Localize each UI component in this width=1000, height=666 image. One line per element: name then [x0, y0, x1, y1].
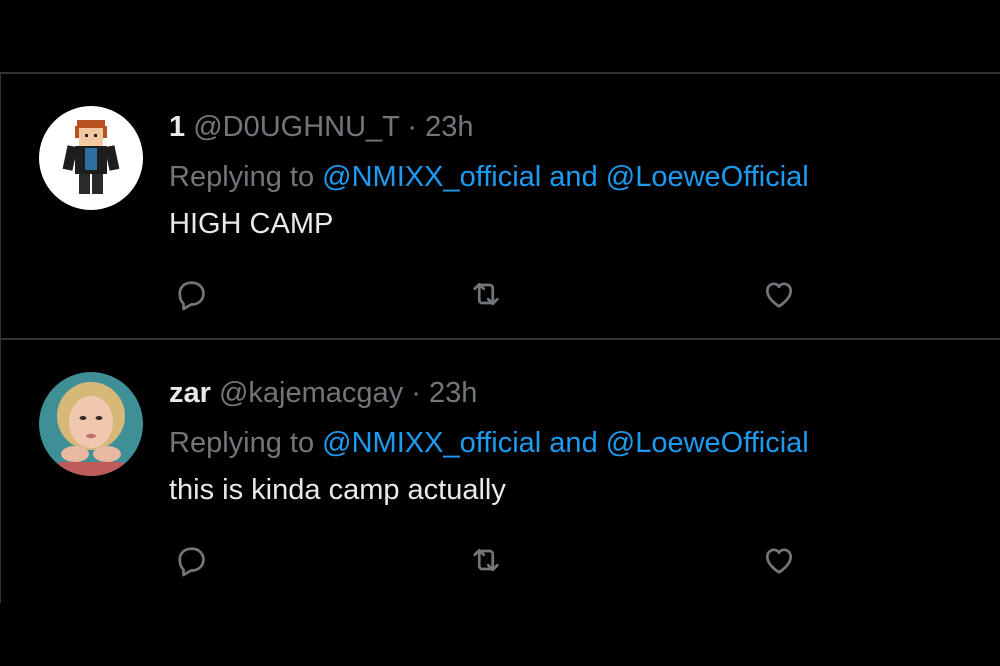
- separator: ·: [403, 377, 429, 409]
- replying-prefix: Replying to: [169, 161, 323, 193]
- reply-feed: 1 @D0UGHNU_T · 23h Replying to @NMIXX_of…: [0, 72, 1000, 603]
- timestamp[interactable]: 23h: [425, 111, 473, 143]
- display-name[interactable]: 1: [169, 111, 185, 143]
- retweet-icon: [473, 548, 499, 572]
- heart-icon: [765, 282, 793, 308]
- reply-button[interactable]: [169, 274, 213, 314]
- retweet-button[interactable]: [464, 540, 508, 580]
- tweet-text: HIGH CAMP: [169, 208, 334, 240]
- tweet-content: zar @kajemacgay · 23h Replying to @NMIXX…: [169, 376, 980, 507]
- display-name[interactable]: zar: [169, 377, 211, 409]
- retweet-icon: [473, 282, 499, 306]
- replying-prefix: Replying to: [169, 427, 323, 459]
- heart-icon: [765, 548, 793, 574]
- reply-icon: [178, 547, 205, 577]
- replying-to: Replying to @NMIXX_official and @LoeweOf…: [169, 426, 980, 460]
- reply-icon: [178, 281, 205, 311]
- tweet-header: 1 @D0UGHNU_T · 23h: [169, 110, 980, 144]
- tweet-actions: [169, 274, 809, 314]
- reply-button[interactable]: [169, 540, 213, 580]
- tweet[interactable]: zar @kajemacgay · 23h Replying to @NMIXX…: [1, 340, 1000, 604]
- mention-link[interactable]: @LoeweOfficial: [606, 161, 809, 193]
- handle[interactable]: @D0UGHNU_T: [193, 111, 399, 143]
- tweet-header: zar @kajemacgay · 23h: [169, 376, 980, 410]
- tweet-content: 1 @D0UGHNU_T · 23h Replying to @NMIXX_of…: [169, 110, 980, 241]
- mention-joiner: and: [541, 427, 606, 459]
- like-button[interactable]: [757, 540, 801, 580]
- mention-link[interactable]: @NMIXX_official: [322, 161, 541, 193]
- handle[interactable]: @kajemacgay: [219, 377, 403, 409]
- retweet-button[interactable]: [464, 274, 508, 314]
- avatar[interactable]: [39, 372, 143, 476]
- tweet-text: this is kinda camp actually: [169, 474, 506, 506]
- tweet[interactable]: 1 @D0UGHNU_T · 23h Replying to @NMIXX_of…: [1, 74, 1000, 338]
- replying-to: Replying to @NMIXX_official and @LoeweOf…: [169, 160, 980, 194]
- separator: ·: [399, 111, 426, 143]
- timestamp[interactable]: 23h: [429, 377, 477, 409]
- avatar[interactable]: [39, 106, 143, 210]
- like-button[interactable]: [757, 274, 801, 314]
- tweet-actions: [169, 540, 809, 580]
- mention-joiner: and: [541, 161, 606, 193]
- mention-link[interactable]: @NMIXX_official: [322, 427, 541, 459]
- mention-link[interactable]: @LoeweOfficial: [606, 427, 809, 459]
- screenshot-frame: 1 @D0UGHNU_T · 23h Replying to @NMIXX_of…: [0, 0, 1000, 666]
